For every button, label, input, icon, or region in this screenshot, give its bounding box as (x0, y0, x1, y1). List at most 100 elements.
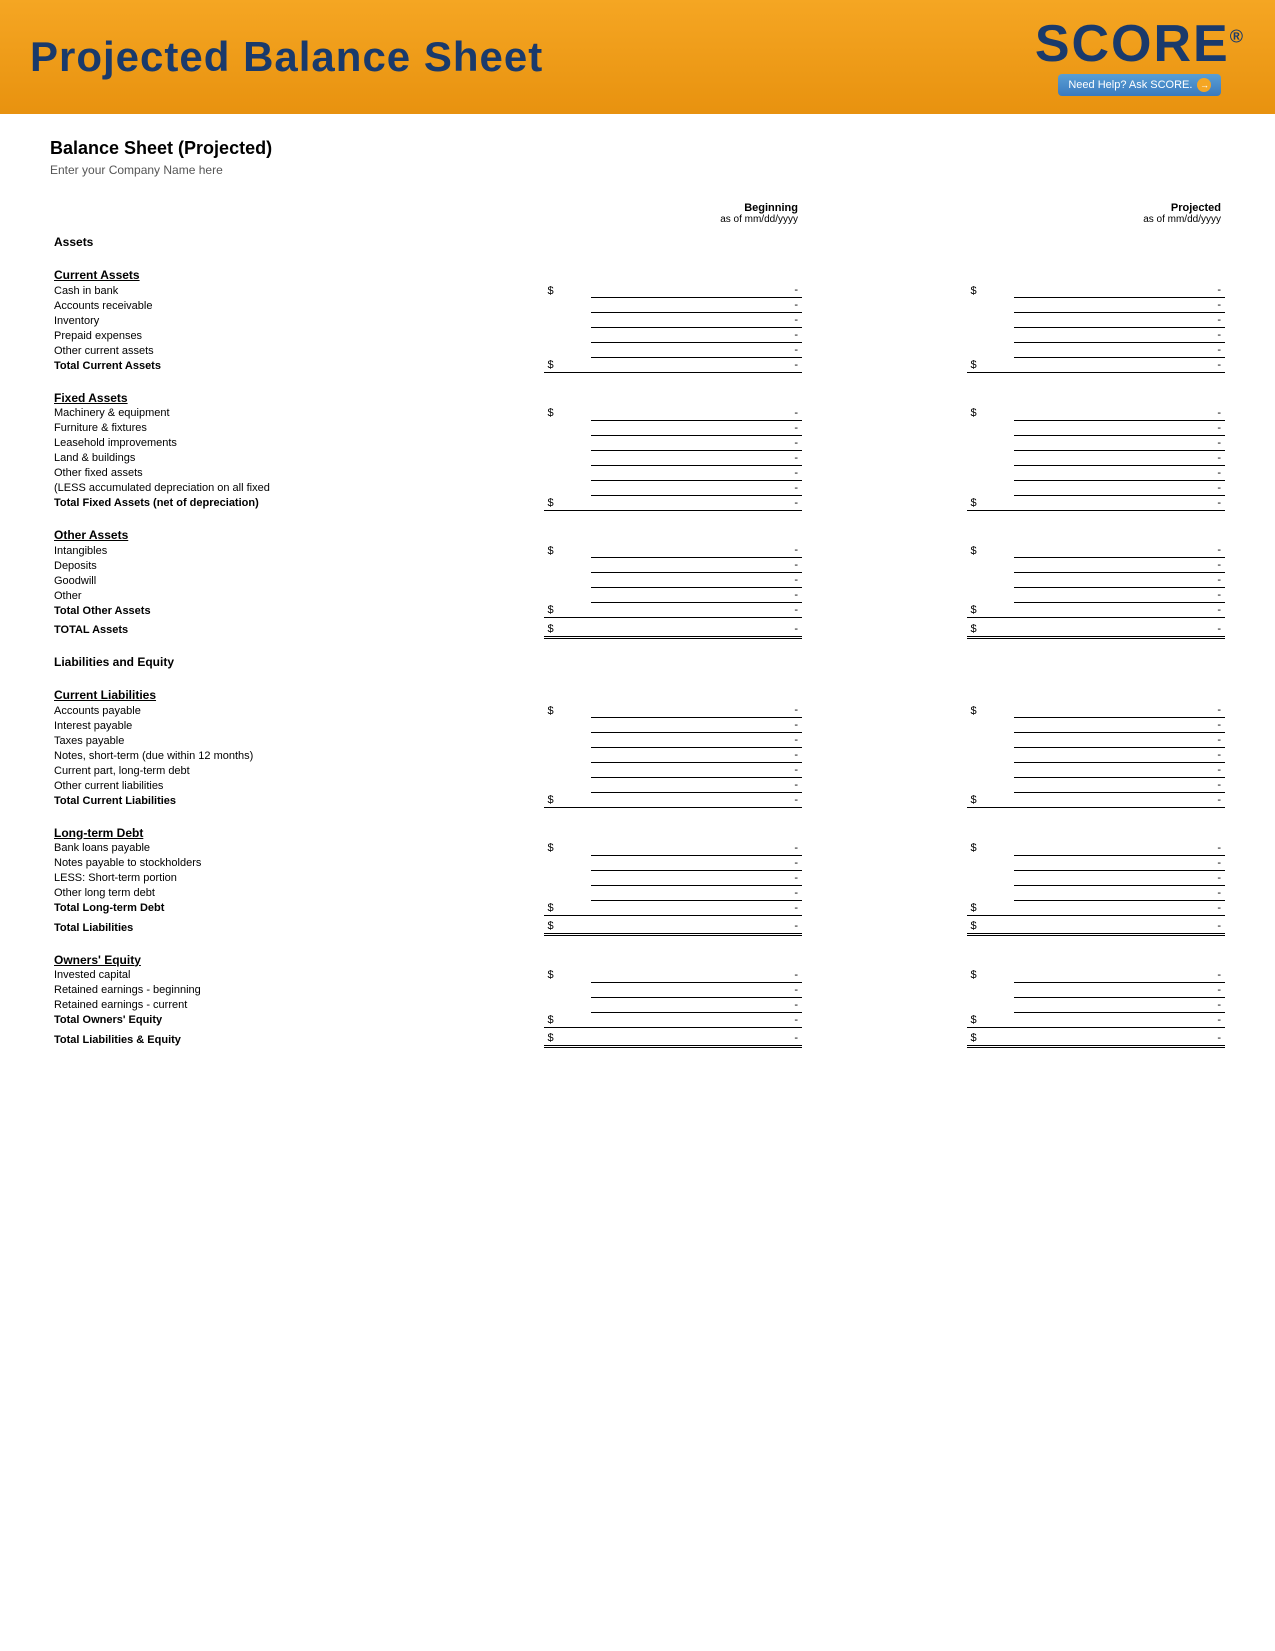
lstp-beg-value[interactable]: - (591, 870, 803, 885)
nst-proj-value[interactable]: - (1014, 748, 1226, 763)
land-proj-value[interactable]: - (1014, 450, 1226, 465)
other-ca-proj-value[interactable]: - (1014, 343, 1226, 358)
tl-proj-value[interactable]: - (1014, 919, 1226, 935)
deposits-beg-value[interactable]: - (591, 558, 803, 573)
less-dep-proj-value[interactable]: - (1014, 480, 1226, 495)
toe-proj-value[interactable]: - (1014, 1012, 1226, 1027)
tca-proj-value[interactable]: - (1014, 358, 1226, 373)
oltd-proj-value[interactable]: - (1014, 885, 1226, 900)
ta-proj-value[interactable]: - (1014, 622, 1226, 638)
long-term-debt-header-row: Long-term Debt (50, 816, 1225, 841)
tfa-beg-value[interactable]: - (591, 495, 803, 510)
total-owners-equity-row: Total Owners' Equity $ - $ - (50, 1012, 1225, 1027)
prepaid-proj-value[interactable]: - (1014, 328, 1226, 343)
tle-beg-value[interactable]: - (591, 1031, 803, 1047)
tcl-proj-value[interactable]: - (1014, 793, 1226, 808)
blp-proj-value[interactable]: - (1014, 841, 1226, 856)
ic-proj-value[interactable]: - (1014, 968, 1226, 983)
tfa-proj-value[interactable]: - (1014, 495, 1226, 510)
nst-beg-value[interactable]: - (591, 748, 803, 763)
leasehold-beg-value[interactable]: - (591, 435, 803, 450)
ocl-beg-value[interactable]: - (591, 778, 803, 793)
mach-proj-value[interactable]: - (1014, 406, 1226, 421)
long-term-debt-header: Long-term Debt (50, 816, 544, 841)
notes-stockholders-label: Notes payable to stockholders (50, 855, 544, 870)
ta-beg-value[interactable]: - (591, 622, 803, 638)
tl-beg-value[interactable]: - (591, 919, 803, 935)
ip-proj-value[interactable]: - (1014, 718, 1226, 733)
tp-proj-value[interactable]: - (1014, 733, 1226, 748)
cltd-proj-value[interactable]: - (1014, 763, 1226, 778)
cash-proj-value[interactable]: - (1014, 283, 1226, 298)
rec-proj-value[interactable]: - (1014, 997, 1226, 1012)
nps-beg-value[interactable]: - (591, 855, 803, 870)
projected-header: Projected (806, 202, 1221, 214)
company-name-field[interactable]: Enter your Company Name here (50, 163, 1225, 177)
ar-beg-value[interactable]: - (591, 298, 803, 313)
toa-beg-value[interactable]: - (591, 603, 803, 618)
lstp-proj-value[interactable]: - (1014, 870, 1226, 885)
total-le-label: Total Liabilities & Equity (50, 1031, 544, 1047)
goodwill-beg-value[interactable]: - (591, 573, 803, 588)
reb-proj-value[interactable]: - (1014, 982, 1226, 997)
rec-beg-value[interactable]: - (591, 997, 803, 1012)
total-liabilities-row: Total Liabilities $ - $ - (50, 919, 1225, 935)
deposits-label: Deposits (50, 558, 544, 573)
row-invested-capital: Invested capital $ - $ - (50, 968, 1225, 983)
intang-proj-value[interactable]: - (1014, 543, 1226, 558)
toa-proj-value[interactable]: - (1014, 603, 1226, 618)
leasehold-proj-value[interactable]: - (1014, 435, 1226, 450)
ar-proj-value[interactable]: - (1014, 298, 1226, 313)
tltd-proj-value[interactable]: - (1014, 900, 1226, 915)
total-fixed-assets-label: Total Fixed Assets (net of depreciation) (50, 495, 544, 510)
other-fa-beg-value[interactable]: - (591, 465, 803, 480)
retained-curr-label: Retained earnings - current (50, 997, 544, 1012)
land-beg-value[interactable]: - (591, 450, 803, 465)
header-banner: Projected Balance Sheet SCORE® Need Help… (0, 0, 1275, 114)
other-oa-beg-value[interactable]: - (591, 588, 803, 603)
intang-beg-value[interactable]: - (591, 543, 803, 558)
tle-proj-value[interactable]: - (1014, 1031, 1226, 1047)
tltd-beg-value[interactable]: - (591, 900, 803, 915)
tp-beg-value[interactable]: - (591, 733, 803, 748)
fixed-assets-header-row: Fixed Assets (50, 381, 1225, 406)
reb-beg-value[interactable]: - (591, 982, 803, 997)
goodwill-proj-value[interactable]: - (1014, 573, 1226, 588)
retained-beg-label: Retained earnings - beginning (50, 982, 544, 997)
mach-beg-value[interactable]: - (591, 406, 803, 421)
ap-beg-value[interactable]: - (591, 703, 803, 718)
ip-beg-value[interactable]: - (591, 718, 803, 733)
score-help-button[interactable]: Need Help? Ask SCORE. → (1058, 74, 1221, 96)
row-notes-short-term: Notes, short-term (due within 12 months)… (50, 748, 1225, 763)
ic-beg-value[interactable]: - (591, 968, 803, 983)
tca-beg-value[interactable]: - (591, 358, 803, 373)
cash-beg-value[interactable]: - (591, 283, 803, 298)
total-liabilities-label: Total Liabilities (50, 919, 544, 935)
row-taxes-payable: Taxes payable - - (50, 733, 1225, 748)
deposits-proj-value[interactable]: - (1014, 558, 1226, 573)
tcl-beg-value[interactable]: - (591, 793, 803, 808)
other-oa-proj-value[interactable]: - (1014, 588, 1226, 603)
ap-proj-dollar: $ (967, 703, 1014, 718)
blp-proj-dollar: $ (967, 841, 1014, 856)
cltd-beg-value[interactable]: - (591, 763, 803, 778)
oltd-beg-value[interactable]: - (591, 885, 803, 900)
row-furniture-fixtures: Furniture & fixtures - - (50, 420, 1225, 435)
cash-proj-dollar: $ (967, 283, 1014, 298)
less-short-term-label: LESS: Short-term portion (50, 870, 544, 885)
furniture-beg-value[interactable]: - (591, 420, 803, 435)
ocl-proj-value[interactable]: - (1014, 778, 1226, 793)
nps-proj-value[interactable]: - (1014, 855, 1226, 870)
total-current-liabilities-row: Total Current Liabilities $ - $ - (50, 793, 1225, 808)
toe-beg-value[interactable]: - (591, 1012, 803, 1027)
ap-proj-value[interactable]: - (1014, 703, 1226, 718)
other-fa-proj-value[interactable]: - (1014, 465, 1226, 480)
less-dep-beg-value[interactable]: - (591, 480, 803, 495)
inventory-beg-value[interactable]: - (591, 313, 803, 328)
furniture-proj-value[interactable]: - (1014, 420, 1226, 435)
prepaid-beg-value[interactable]: - (591, 328, 803, 343)
blp-beg-value[interactable]: - (591, 841, 803, 856)
inventory-proj-value[interactable]: - (1014, 313, 1226, 328)
tle-beg-dollar: $ (544, 1031, 591, 1047)
other-ca-beg-value[interactable]: - (591, 343, 803, 358)
